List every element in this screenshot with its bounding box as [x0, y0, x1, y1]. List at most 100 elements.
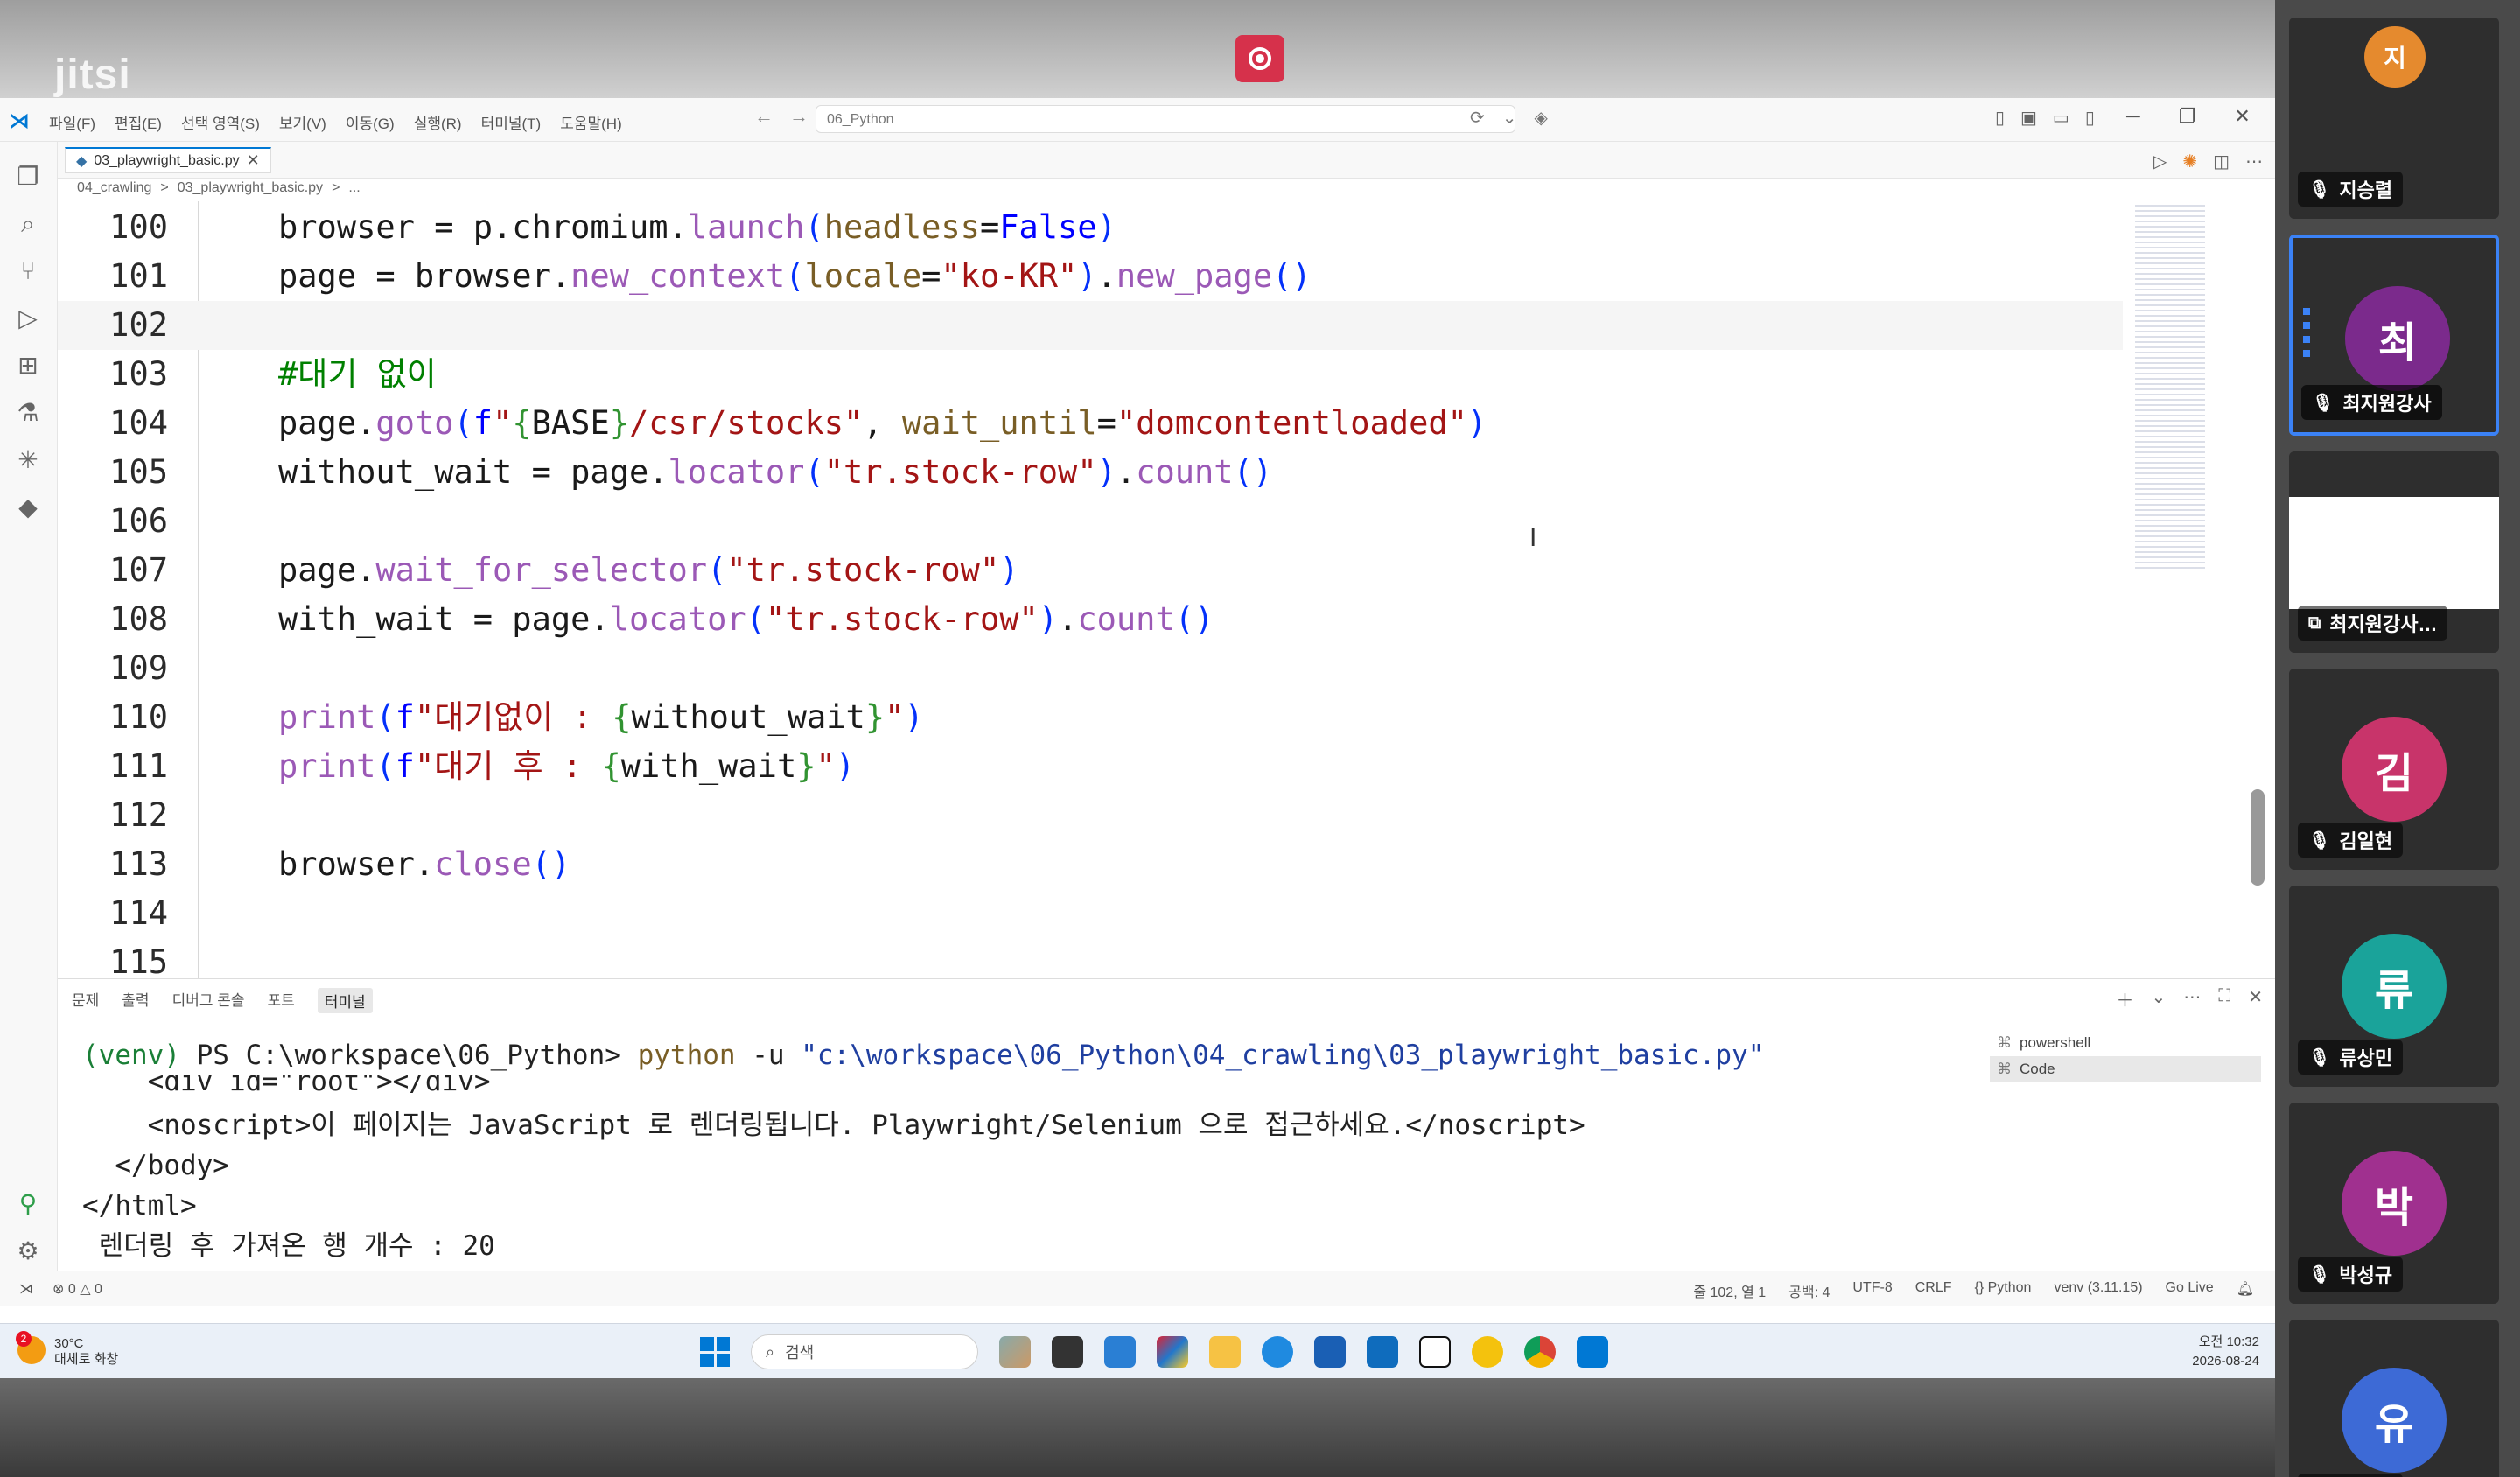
chevron-down-icon[interactable]: ⌄	[1502, 107, 1517, 129]
status-item[interactable]: {} Python	[1975, 1280, 2032, 1301]
participant-tile[interactable]: 박 🎙︎ 박성규	[2289, 1102, 2499, 1304]
windows-start-icon[interactable]	[700, 1337, 730, 1367]
status-item[interactable]: 줄 102, 열 1	[1693, 1280, 1766, 1301]
code-line: 103 #대기 없이	[58, 350, 2123, 399]
menu-item[interactable]: 도움말(H)	[560, 111, 622, 133]
file-explorer-icon[interactable]	[1209, 1336, 1241, 1368]
command-center[interactable]: 06_Python	[816, 105, 1516, 133]
status-item[interactable]: UTF-8	[1852, 1280, 1892, 1301]
menu-item[interactable]: 보기(V)	[279, 111, 326, 133]
toggle-panel-icon[interactable]: ▭	[2053, 107, 2069, 129]
source-control-icon[interactable]: ⑂	[12, 256, 44, 287]
record-icon	[1249, 47, 1271, 70]
menu-item[interactable]: 이동(G)	[346, 111, 395, 133]
taskbar-search[interactable]: ⌕ 검색	[751, 1334, 978, 1369]
menu-item[interactable]: 터미널(T)	[481, 111, 542, 133]
prompt-path: PS C:\workspace\06_Python>	[179, 1040, 638, 1071]
terminal-app-icon[interactable]	[1052, 1336, 1083, 1368]
command: python	[637, 1040, 736, 1071]
run-debug-icon[interactable]: ▷	[12, 303, 44, 334]
close-icon[interactable]: ✕	[2234, 105, 2250, 128]
notion-app-icon[interactable]	[1419, 1336, 1451, 1368]
more-icon[interactable]: ⋯	[2183, 986, 2201, 1012]
minimize-icon[interactable]: ─	[2126, 105, 2140, 128]
menu-item[interactable]: 실행(R)	[414, 111, 462, 133]
copilot-spark-icon[interactable]: ✳	[12, 444, 44, 476]
toggle-secondary-sidebar-icon[interactable]: ▯	[2085, 107, 2095, 129]
minimap[interactable]	[2135, 201, 2205, 569]
venv-label: (venv)	[82, 1040, 180, 1071]
code-line: 101 page = browser.new_context(locale="ko…	[58, 252, 2123, 301]
code-text: page = browser.new_context(locale="ko-KR…	[278, 257, 1312, 295]
maximize-panel-icon[interactable]: ⛶	[2218, 986, 2230, 1012]
bell-icon[interactable]: 🔔︎	[2236, 1280, 2254, 1301]
status-item[interactable]: venv (3.11.15)	[2054, 1280, 2142, 1301]
more-actions-icon[interactable]: ⋯	[2245, 150, 2263, 172]
copilot-chat-icon[interactable]: ◈	[1535, 107, 1548, 129]
edge-browser-icon[interactable]	[1262, 1336, 1293, 1368]
line-number: 103	[109, 355, 168, 393]
terminal-instance[interactable]: powershell	[1990, 1030, 2261, 1056]
status-problems[interactable]: ⊗ 0 △ 0	[52, 1280, 102, 1298]
participant-tile[interactable]: 최 🎙︎ 최지원강사	[2289, 234, 2499, 436]
outlook-app-icon[interactable]	[1367, 1336, 1398, 1368]
customize-layout-icon[interactable]: ▣	[2020, 107, 2037, 129]
menu-item[interactable]: 파일(F)	[49, 111, 95, 133]
terminal-instance[interactable]: Code	[1990, 1056, 2261, 1082]
testing-icon[interactable]: ⚗	[12, 397, 44, 429]
breadcrumb-item[interactable]: 04_crawling	[77, 180, 151, 196]
search-icon[interactable]: ⌕	[12, 208, 44, 240]
status-item[interactable]: 공백: 4	[1788, 1280, 1830, 1301]
toggle-sidebar-icon[interactable]: ▯	[1995, 107, 2005, 129]
code-editor[interactable]: 100 browser = p.chromium.launch(headless=…	[58, 201, 2275, 1074]
forward-arrow-icon[interactable]: →	[789, 105, 808, 128]
editor-scrollbar[interactable]	[2250, 789, 2264, 886]
participant-tile[interactable]: 지 🎙︎ 지승렬	[2289, 18, 2499, 219]
participant-tile[interactable]: 김 🎙︎ 김일현	[2289, 668, 2499, 870]
settings-gear-icon[interactable]: ⚙	[12, 1236, 44, 1267]
accounts-icon[interactable]: ⚲	[12, 1188, 44, 1220]
breadcrumb-item[interactable]: 03_playwright_basic.py	[178, 180, 323, 196]
new-terminal-icon[interactable]: ＋	[2116, 986, 2133, 1012]
widget-app-icon[interactable]	[999, 1336, 1031, 1368]
calendar-app-icon[interactable]	[1314, 1336, 1346, 1368]
participant-tile[interactable]: 유🎙︎유성철	[2289, 1320, 2499, 1477]
panel-tab[interactable]: 터미널	[317, 988, 373, 1013]
panel-tab[interactable]: 디버그 콘솔	[172, 988, 245, 1013]
breadcrumb-item[interactable]: ...	[348, 180, 360, 196]
weather-widget[interactable]: 2 30°C 대체로 화창	[16, 1331, 118, 1368]
participant-tile[interactable]: 류 🎙︎ 류상민	[2289, 886, 2499, 1087]
system-clock[interactable]: 오전 10:32 2026-08-24	[2192, 1333, 2259, 1371]
remote-icon[interactable]: ⋊	[19, 1280, 33, 1298]
debug-spark-icon[interactable]: ✺	[2182, 150, 2197, 172]
panel-tab[interactable]: 출력	[122, 988, 149, 1013]
panel-tab[interactable]: 포트	[268, 988, 295, 1013]
run-icon[interactable]: ▷	[2153, 150, 2166, 172]
terminal-dropdown-icon[interactable]: ⌄	[2151, 986, 2166, 1012]
python-icon[interactable]: ◆	[12, 492, 44, 523]
status-item[interactable]: Go Live	[2166, 1280, 2214, 1301]
explorer-icon[interactable]: ❐	[12, 161, 44, 192]
record-button[interactable]	[1236, 35, 1284, 82]
status-item[interactable]: CRLF	[1915, 1280, 1952, 1301]
menu-item[interactable]: 선택 영역(S)	[181, 111, 260, 133]
photos-app-icon[interactable]	[1104, 1336, 1136, 1368]
close-panel-icon[interactable]: ✕	[2248, 986, 2263, 1012]
menu-item[interactable]: 편집(E)	[115, 111, 162, 133]
line-number: 100	[109, 208, 168, 246]
store-app-icon[interactable]	[1157, 1336, 1188, 1368]
vscode-app-icon[interactable]	[1577, 1336, 1608, 1368]
back-arrow-icon[interactable]: ←	[754, 105, 774, 128]
panel-tab[interactable]: 문제	[72, 988, 99, 1013]
restore-icon[interactable]: ❐	[2179, 105, 2196, 128]
copilot-icon[interactable]: ⟳	[1470, 107, 1485, 129]
participant-tile[interactable]: ⧉ 최지원강사…	[2289, 452, 2499, 653]
chrome-browser-icon[interactable]	[1524, 1336, 1556, 1368]
kakaotalk-app-icon[interactable]	[1472, 1336, 1503, 1368]
participant-name-tag: 🎙︎유성철	[2298, 1474, 2404, 1477]
split-editor-icon[interactable]: ◫	[2213, 150, 2230, 172]
close-tab-icon[interactable]: ✕	[247, 151, 260, 170]
extensions-icon[interactable]: ⊞	[12, 350, 44, 382]
tab-03-playwright-basic[interactable]: ◆ 03_playwright_basic.py ✕	[65, 147, 271, 173]
terminal-list: powershellCode	[1990, 1030, 2261, 1082]
